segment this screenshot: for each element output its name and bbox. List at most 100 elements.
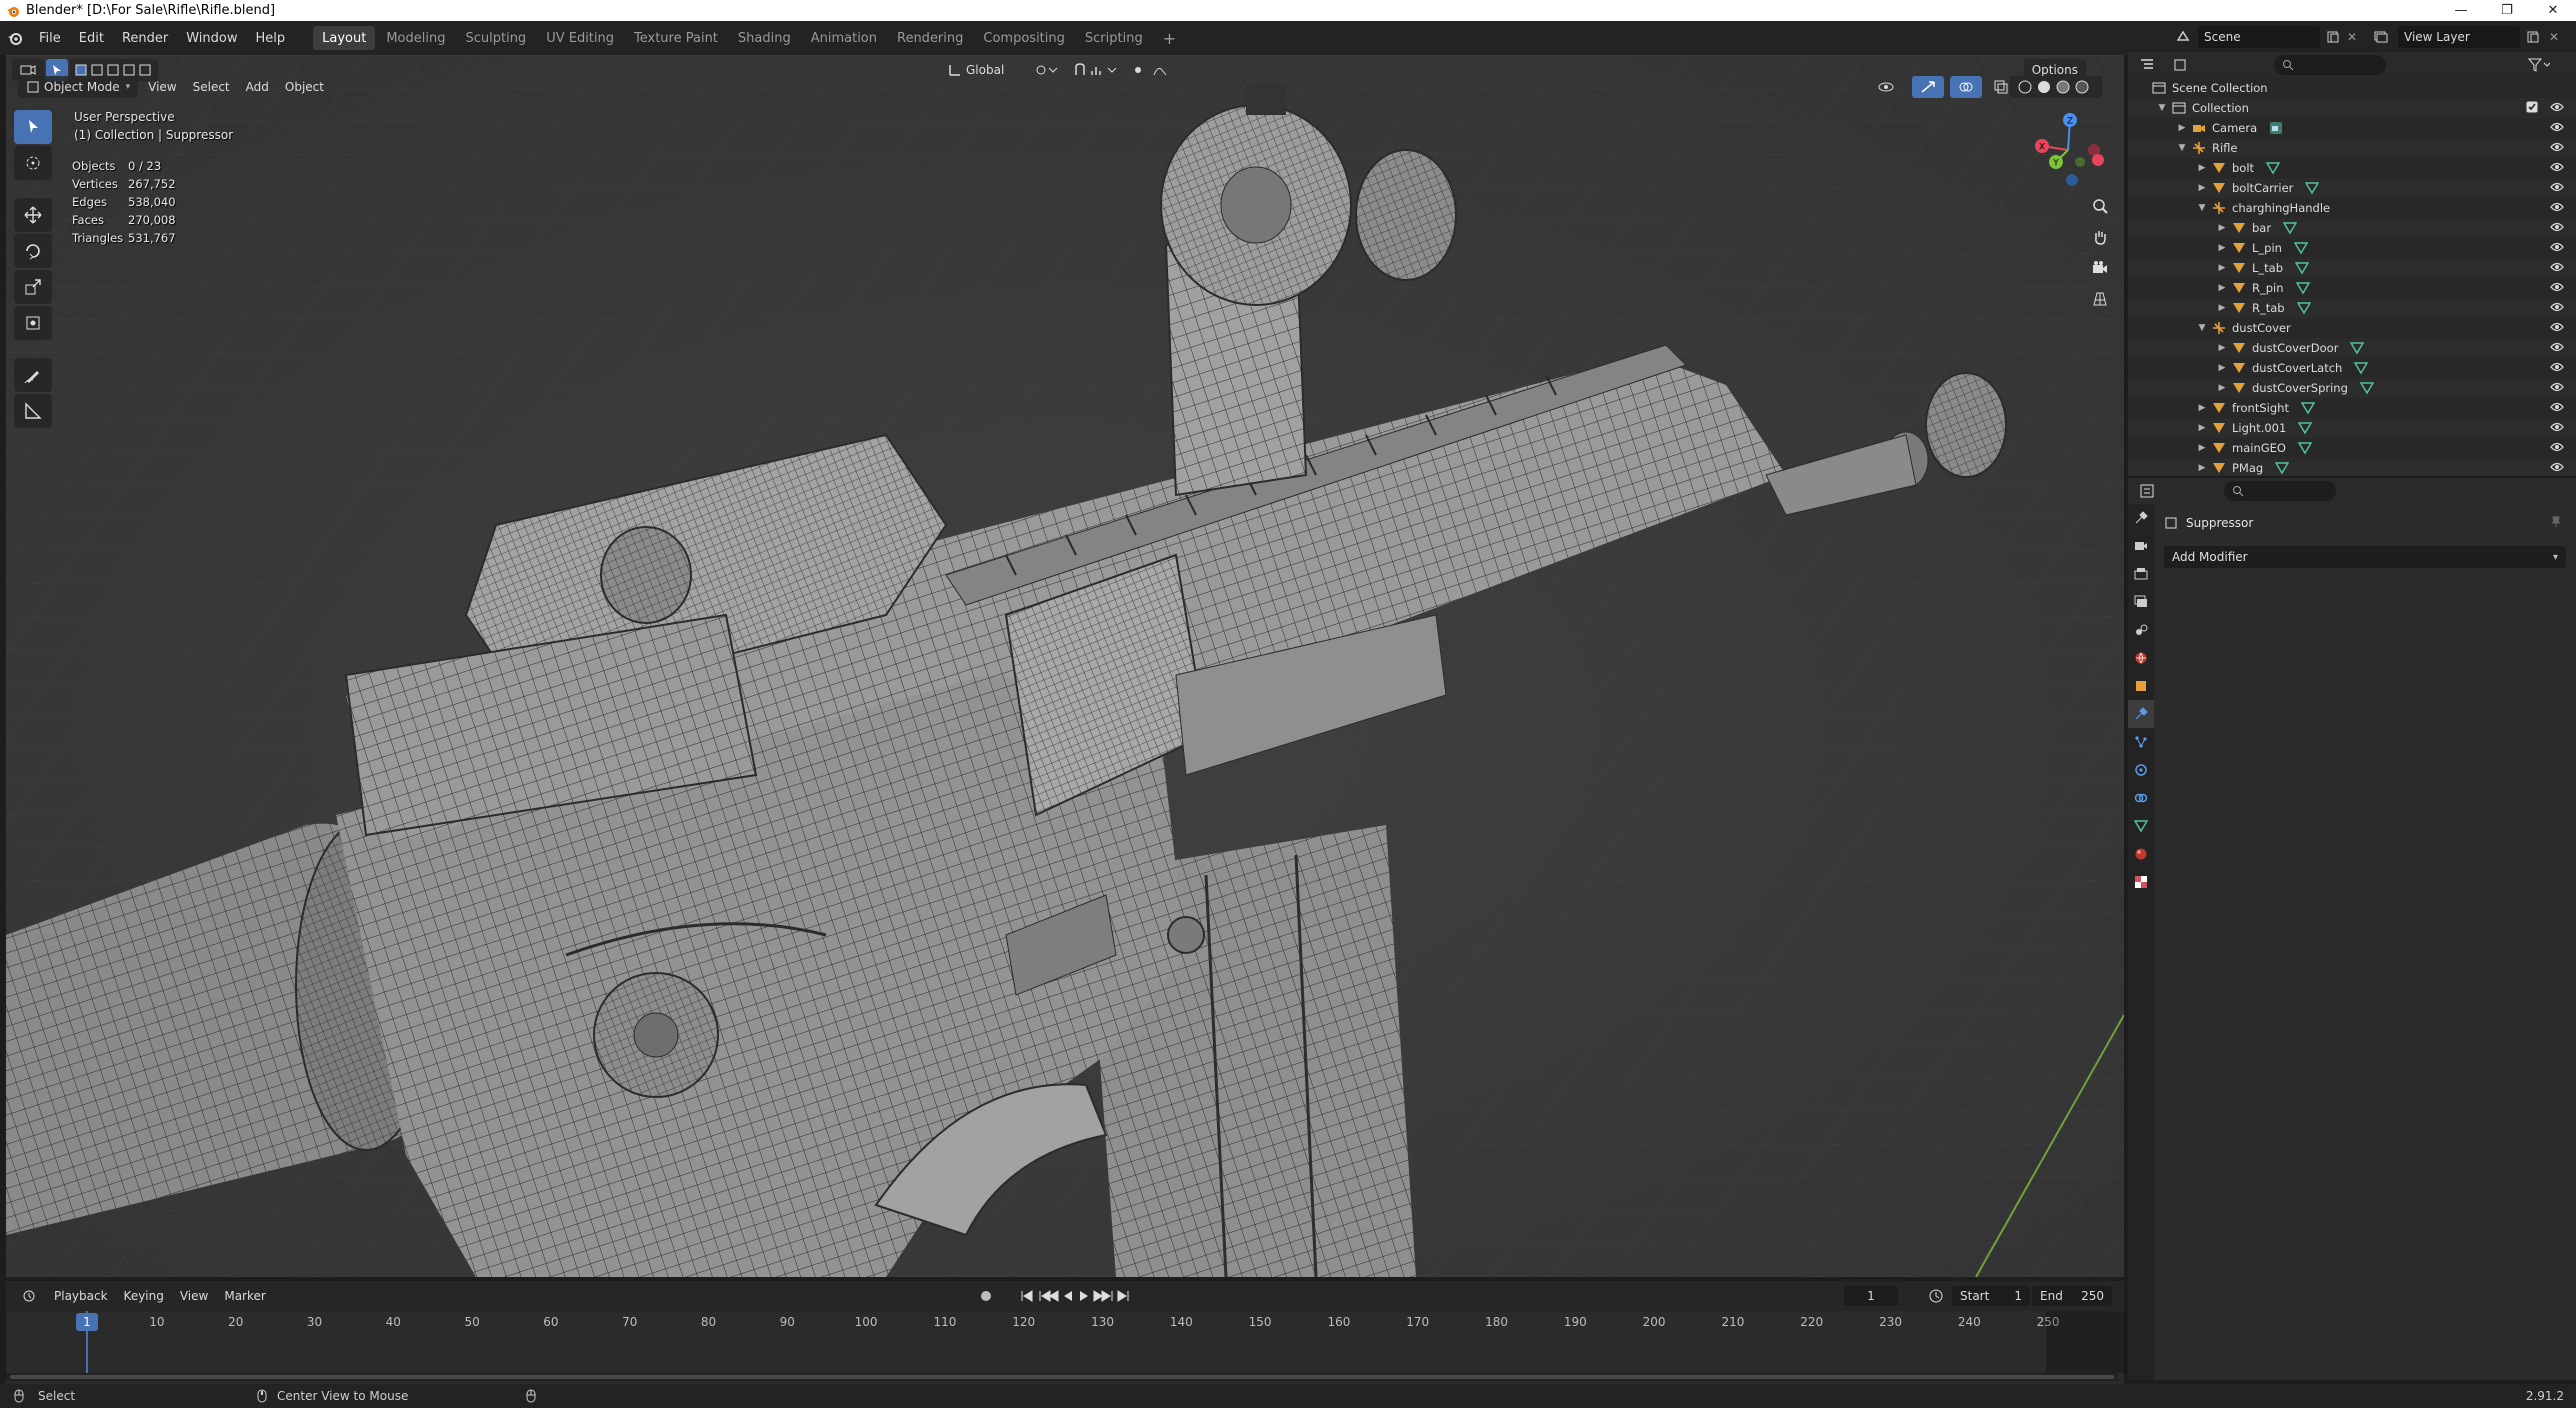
outliner-row[interactable]: ▶ mainGEO bbox=[2128, 438, 2576, 458]
viewport-menu-add[interactable]: Add bbox=[238, 76, 277, 98]
camera-view-icon[interactable] bbox=[2086, 254, 2114, 282]
pan-hand-icon[interactable] bbox=[2086, 223, 2114, 251]
maximize-button[interactable]: ❐ bbox=[2484, 0, 2530, 21]
3d-viewport[interactable] bbox=[6, 55, 2124, 1277]
playhead-frame-label[interactable]: 1 bbox=[76, 1313, 98, 1331]
select-tool-icon[interactable] bbox=[14, 110, 52, 144]
collapsed-arrow-icon[interactable]: ▶ bbox=[2196, 463, 2208, 473]
visibility-eye-icon[interactable] bbox=[2550, 461, 2564, 476]
viewport-menu-object[interactable]: Object bbox=[277, 76, 332, 98]
outliner-display-mode-icon[interactable] bbox=[2166, 54, 2200, 76]
mesh-data-icon[interactable] bbox=[2295, 261, 2310, 275]
mesh-data-icon[interactable] bbox=[2300, 401, 2315, 415]
outliner-row[interactable]: ▶ dustCoverDoor bbox=[2128, 338, 2576, 358]
visibility-eye-icon[interactable] bbox=[2550, 401, 2564, 416]
visibility-eye-icon[interactable] bbox=[2550, 241, 2564, 256]
scale-tool-icon[interactable] bbox=[14, 270, 52, 304]
visibility-eye-icon[interactable] bbox=[2550, 261, 2564, 276]
perspective-toggle-icon[interactable] bbox=[2086, 285, 2114, 313]
mesh-data-icon[interactable] bbox=[2354, 361, 2369, 375]
outliner-row[interactable]: ▶ bar bbox=[2128, 218, 2576, 238]
visibility-eye-icon[interactable] bbox=[2550, 381, 2564, 396]
timeline-scrollbar[interactable] bbox=[6, 1373, 2118, 1381]
constraints-tab-icon[interactable] bbox=[2128, 784, 2154, 812]
object-properties-tab-icon[interactable] bbox=[2128, 672, 2154, 700]
start-frame-field[interactable]: Start 1 bbox=[1952, 1286, 2030, 1306]
viewport-menu-view[interactable]: View bbox=[140, 76, 184, 98]
outliner-row[interactable]: ▶ boltCarrier bbox=[2128, 178, 2576, 198]
outliner-row[interactable]: ▶ PMag bbox=[2128, 458, 2576, 476]
particles-tab-icon[interactable] bbox=[2128, 728, 2154, 756]
collapsed-arrow-icon[interactable]: ▶ bbox=[2216, 283, 2228, 293]
visibility-eye-icon[interactable] bbox=[2550, 121, 2564, 136]
timeline-menu-view[interactable]: View bbox=[172, 1285, 216, 1307]
visibility-eye-icon[interactable] bbox=[2550, 441, 2564, 456]
timeline-menu-marker[interactable]: Marker bbox=[216, 1285, 273, 1307]
menu-window[interactable]: Window bbox=[177, 21, 246, 55]
measure-tool-icon[interactable] bbox=[14, 394, 52, 428]
expanded-arrow-icon[interactable]: ▼ bbox=[2196, 323, 2208, 333]
expanded-arrow-icon[interactable]: ▼ bbox=[2176, 143, 2188, 153]
collapsed-arrow-icon[interactable]: ▶ bbox=[2216, 343, 2228, 353]
collapsed-arrow-icon[interactable]: ▶ bbox=[2216, 243, 2228, 253]
physics-tab-icon[interactable] bbox=[2128, 756, 2154, 784]
transform-tool-icon[interactable] bbox=[14, 306, 52, 340]
navigation-gizmo[interactable]: Z X Y bbox=[2028, 110, 2108, 190]
collapsed-arrow-icon[interactable]: ▶ bbox=[2196, 443, 2208, 453]
new-view-layer-icon[interactable] bbox=[2524, 27, 2542, 47]
tab-layout[interactable]: Layout bbox=[313, 26, 376, 50]
outliner-row[interactable]: ▶ L_tab bbox=[2128, 258, 2576, 278]
mesh-data-icon[interactable] bbox=[2305, 181, 2320, 195]
menu-help[interactable]: Help bbox=[247, 21, 295, 55]
visibility-eye-icon[interactable] bbox=[2550, 361, 2564, 376]
visibility-eye-icon[interactable] bbox=[2550, 221, 2564, 236]
shading-mode-icons[interactable] bbox=[2010, 76, 2102, 98]
outliner-row[interactable]: ▶ frontSight bbox=[2128, 398, 2576, 418]
blender-menu-icon[interactable] bbox=[0, 30, 30, 46]
tab-shading[interactable]: Shading bbox=[729, 26, 800, 50]
mesh-data-icon[interactable] bbox=[2283, 221, 2298, 235]
collapsed-arrow-icon[interactable]: ▶ bbox=[2216, 383, 2228, 393]
delete-view-layer-icon[interactable]: ✕ bbox=[2546, 27, 2562, 47]
record-keyframe-icon[interactable] bbox=[978, 1288, 994, 1304]
menu-edit[interactable]: Edit bbox=[70, 21, 113, 55]
close-button[interactable]: ✕ bbox=[2530, 0, 2576, 21]
tab-uv-editing[interactable]: UV Editing bbox=[537, 26, 623, 50]
outliner-row[interactable]: ▼ dustCover bbox=[2128, 318, 2576, 338]
outliner-row[interactable]: ▶ Light.001 bbox=[2128, 418, 2576, 438]
world-properties-tab-icon[interactable] bbox=[2128, 644, 2154, 672]
tab-rendering[interactable]: Rendering bbox=[888, 26, 972, 50]
add-workspace-button[interactable]: + bbox=[1154, 26, 1185, 50]
expanded-arrow-icon[interactable]: ▼ bbox=[2156, 103, 2168, 113]
render-properties-tab-icon[interactable] bbox=[2128, 532, 2154, 560]
outliner-row[interactable]: ▶ R_pin bbox=[2128, 278, 2576, 298]
collection-exclude-checkbox[interactable] bbox=[2526, 101, 2538, 116]
view-layer-properties-tab-icon[interactable] bbox=[2128, 588, 2154, 616]
collapsed-arrow-icon[interactable]: ▶ bbox=[2216, 223, 2228, 233]
outliner-row[interactable]: ▶ R_tab bbox=[2128, 298, 2576, 318]
view-layer-selector[interactable]: View Layer bbox=[2398, 26, 2520, 48]
visibility-eye-icon[interactable] bbox=[2550, 141, 2564, 156]
outliner-row[interactable]: ▼ charghingHandle bbox=[2128, 198, 2576, 218]
tab-compositing[interactable]: Compositing bbox=[974, 26, 1074, 50]
overlays-toggle-icon[interactable] bbox=[1950, 76, 1982, 98]
end-frame-field[interactable]: End 250 bbox=[2032, 1286, 2112, 1306]
object-name[interactable]: Suppressor bbox=[2186, 516, 2253, 530]
preview-range-clock-icon[interactable] bbox=[1928, 1288, 1944, 1304]
timeline-editor-type-icon[interactable] bbox=[14, 1285, 46, 1307]
collapsed-arrow-icon[interactable]: ▶ bbox=[2196, 403, 2208, 413]
view-layer-icon[interactable] bbox=[2372, 27, 2390, 45]
scene-selector[interactable]: Scene bbox=[2198, 26, 2320, 48]
outliner-row[interactable]: Scene Collection bbox=[2128, 78, 2576, 98]
collapsed-arrow-icon[interactable]: ▶ bbox=[2216, 303, 2228, 313]
properties-editor-type-icon[interactable] bbox=[2132, 480, 2166, 502]
outliner-row[interactable]: ▶ dustCoverLatch bbox=[2128, 358, 2576, 378]
visibility-eye-icon[interactable] bbox=[2550, 281, 2564, 296]
tab-texture-paint[interactable]: Texture Paint bbox=[625, 26, 727, 50]
outliner-row[interactable]: ▶ bolt bbox=[2128, 158, 2576, 178]
gizmo-toggle-icon[interactable] bbox=[1912, 76, 1944, 98]
mesh-data-icon[interactable] bbox=[2359, 381, 2374, 395]
mesh-data-icon[interactable] bbox=[2297, 441, 2312, 455]
current-frame-field[interactable]: 1 bbox=[1844, 1286, 1898, 1306]
expanded-arrow-icon[interactable]: ▼ bbox=[2196, 203, 2208, 213]
